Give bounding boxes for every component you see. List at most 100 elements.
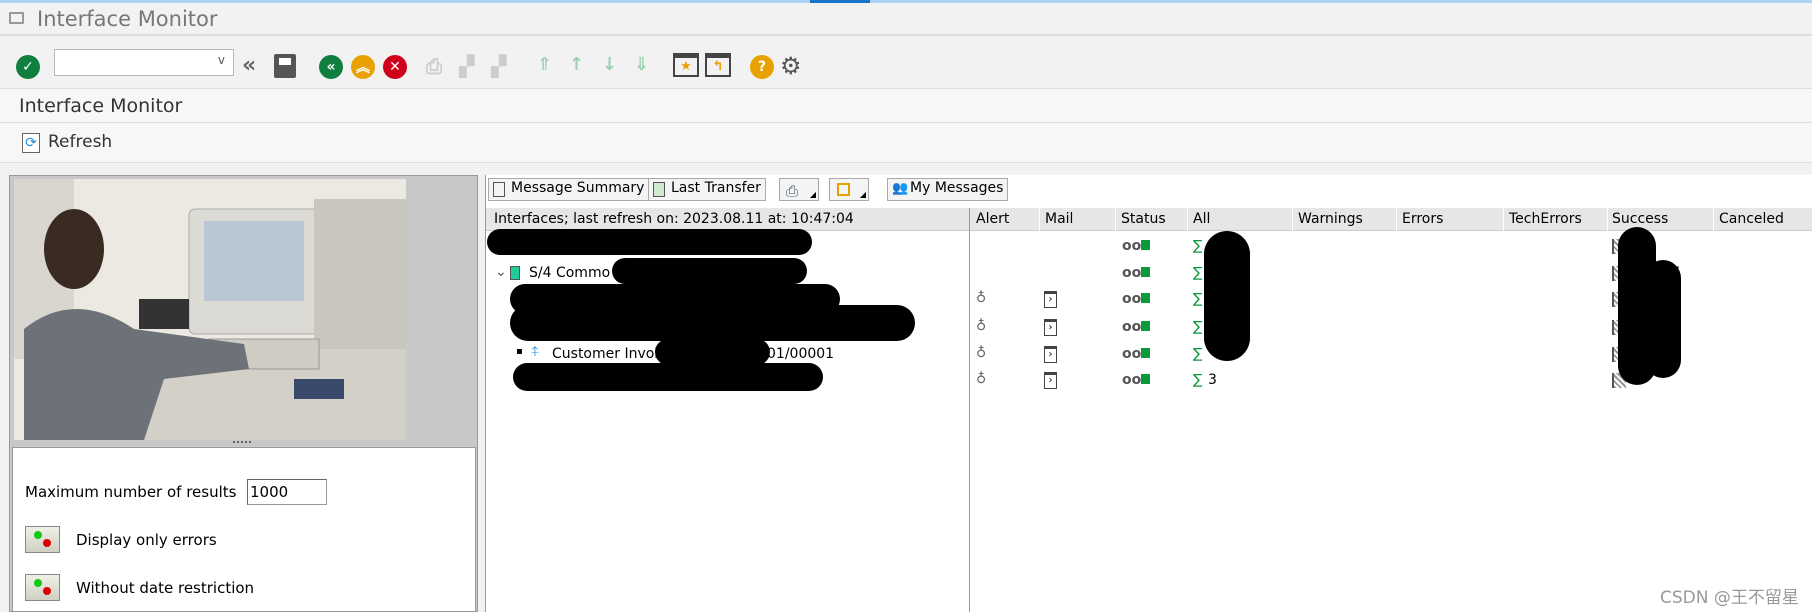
last-page-icon: ⇓	[634, 54, 650, 75]
without-date-restriction-label: Without date restriction	[76, 579, 255, 597]
column-divider[interactable]	[1396, 208, 1397, 231]
message-summary-label: Message Summary	[511, 180, 645, 196]
mail-icon[interactable]: ›	[1044, 372, 1057, 389]
last-transfer-label: Last Transfer	[671, 180, 761, 196]
traffic-light-icon	[34, 579, 42, 587]
redaction	[612, 258, 807, 284]
sum-icon: ∑	[1193, 238, 1203, 254]
tree-label[interactable]: S/4 Commo	[529, 265, 610, 281]
column-header-alert[interactable]: Alert	[976, 211, 1009, 227]
next-page-icon: ↓	[602, 54, 618, 75]
column-header-warnings[interactable]: Warnings	[1298, 211, 1363, 227]
help-icon[interactable]: ?	[750, 55, 774, 79]
without-date-restriction-button[interactable]	[25, 574, 60, 601]
watermark: CSDN @王不留星	[1660, 588, 1799, 608]
column-header-canceled[interactable]: Canceled	[1719, 211, 1784, 227]
message-summary-button[interactable]: Message Summary	[488, 178, 650, 201]
print-menu-button[interactable]: ⎙ ◢	[779, 178, 819, 201]
column-divider[interactable]	[1187, 208, 1188, 231]
command-field[interactable]: v	[54, 49, 234, 76]
tree-label-suffix: 01/00001	[767, 346, 835, 362]
max-results-input[interactable]: 1000	[247, 479, 327, 505]
print-icon: ⎙	[426, 54, 442, 78]
menu-icon[interactable]	[9, 12, 24, 24]
chevron-down-icon[interactable]: v	[218, 53, 225, 67]
tree-bullet: ▪	[516, 346, 523, 357]
system-toolbar: ✓ v « « ︽ ✕ ⎙ ▞ ▞ ⇑ ↑ ↓ ⇓ ★ ↰ ? ⚙	[0, 38, 1812, 88]
column-divider[interactable]	[1039, 208, 1040, 231]
redaction	[655, 339, 770, 365]
status-icon: oo	[1122, 346, 1151, 362]
max-results-label: Maximum number of results	[25, 483, 237, 501]
dropdown-triangle-icon: ◢	[859, 190, 866, 199]
illustration-image	[14, 179, 406, 440]
interface-icon: ⍏	[531, 344, 540, 360]
mail-icon[interactable]: ›	[1044, 346, 1057, 363]
refresh-button[interactable]: ⟳ Refresh	[20, 129, 115, 157]
mail-icon[interactable]: ›	[1044, 291, 1057, 308]
traffic-light-icon	[34, 531, 42, 539]
exit-icon[interactable]: ︽	[351, 55, 375, 79]
expand-chevron-icon[interactable]: ⌄	[495, 264, 507, 280]
settings-gear-icon[interactable]: ⚙	[780, 52, 802, 80]
status-icon: oo	[1122, 265, 1151, 281]
window-title: Interface Monitor	[37, 7, 218, 31]
back-double-arrow-icon[interactable]: «	[242, 53, 256, 78]
redaction	[487, 229, 812, 255]
enter-check-icon[interactable]: ✓	[16, 55, 40, 79]
alv-toolbar: Message Summary Last Transfer ⎙ ◢ ◢ 👥 My M…	[486, 176, 1812, 203]
column-divider[interactable]	[1115, 208, 1116, 231]
table-header: Interfaces; last refresh on: 2023.08.11 …	[486, 208, 1812, 231]
column-header-status[interactable]: Status	[1121, 211, 1166, 227]
back-icon[interactable]: «	[319, 55, 343, 79]
column-header-techerrors[interactable]: TechErrors	[1509, 211, 1582, 227]
previous-page-icon: ↑	[569, 54, 585, 75]
column-divider[interactable]	[1607, 208, 1608, 231]
status-icon: oo	[1122, 291, 1151, 307]
column-divider[interactable]	[1713, 208, 1714, 231]
redaction	[1645, 260, 1681, 378]
first-page-icon: ⇑	[537, 54, 553, 75]
column-header-all[interactable]: All	[1193, 211, 1210, 227]
column-header-errors[interactable]: Errors	[1402, 211, 1443, 227]
display-only-errors-button[interactable]	[25, 526, 60, 553]
sum-icon: ∑	[1193, 346, 1203, 362]
column-divider[interactable]	[1292, 208, 1293, 231]
refresh-label: Refresh	[48, 132, 113, 152]
tree-label[interactable]: Customer Invoic	[552, 346, 666, 362]
alert-bell-icon[interactable]: ♁	[976, 290, 986, 306]
find-next-icon: ▞	[491, 54, 507, 78]
cancel-icon[interactable]: ✕	[383, 55, 407, 79]
alert-bell-icon[interactable]: ♁	[976, 345, 986, 361]
my-messages-button[interactable]: 👥 My Messages	[887, 178, 1009, 201]
status-icon: oo	[1122, 238, 1151, 254]
sum-icon: ∑	[1193, 291, 1203, 307]
redaction	[1204, 231, 1250, 361]
title-bar: Interface Monitor	[0, 3, 1812, 36]
generate-shortcut-icon[interactable]: ↰	[705, 53, 731, 77]
redaction	[510, 305, 915, 341]
column-header-success[interactable]: Success	[1612, 211, 1668, 227]
layout-menu-button[interactable]: ◢	[829, 178, 869, 201]
status-icon: oo	[1122, 372, 1151, 388]
alert-bell-icon[interactable]: ♁	[976, 371, 986, 387]
column-divider[interactable]	[1503, 208, 1504, 231]
search-document-icon	[653, 182, 665, 197]
find-icon: ▞	[459, 54, 475, 78]
redaction	[513, 363, 823, 391]
tree-header: Interfaces; last refresh on: 2023.08.11 …	[494, 211, 854, 227]
create-session-icon[interactable]: ★	[673, 53, 699, 77]
layout-icon	[837, 183, 850, 196]
page-title: Interface Monitor	[19, 95, 183, 117]
refresh-icon: ⟳	[22, 133, 40, 153]
last-transfer-button[interactable]: Last Transfer	[648, 178, 766, 201]
alert-bell-icon[interactable]: ♁	[976, 318, 986, 334]
display-only-errors-label: Display only errors	[76, 531, 217, 549]
all-count[interactable]: 3	[1208, 372, 1217, 388]
document-icon	[493, 182, 505, 197]
column-header-mail[interactable]: Mail	[1045, 211, 1073, 227]
sum-icon: ∑	[1193, 372, 1203, 388]
mail-icon[interactable]: ›	[1044, 319, 1057, 336]
splitter-handle[interactable]	[233, 441, 251, 444]
save-icon[interactable]	[274, 54, 296, 78]
